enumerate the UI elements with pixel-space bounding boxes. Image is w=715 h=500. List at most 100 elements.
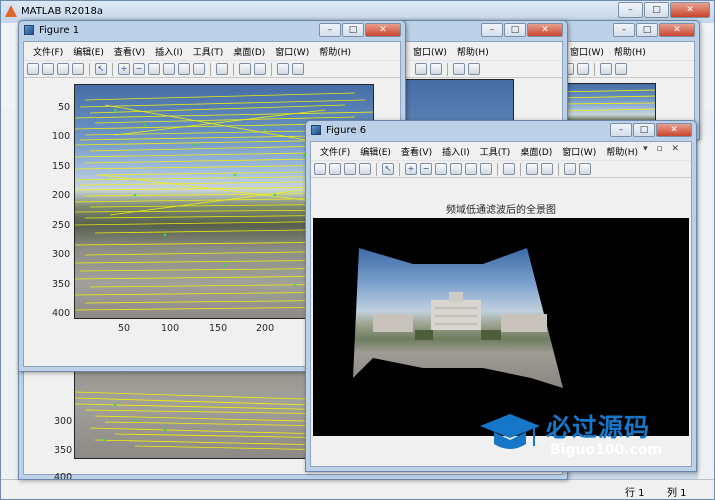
menu-desktop[interactable]: 桌面(D): [228, 45, 270, 58]
show-plot-tools-icon[interactable]: [579, 163, 591, 175]
save-icon[interactable]: [344, 163, 356, 175]
menu-help[interactable]: 帮助(H): [609, 45, 651, 58]
legend-icon[interactable]: [254, 63, 266, 75]
x-tick-label: 100: [161, 323, 180, 334]
menu-edit[interactable]: 编辑(E): [68, 45, 109, 58]
brush-icon[interactable]: [193, 63, 205, 75]
figure-icon: [311, 125, 321, 135]
figure-6-titlebar[interactable]: Figure 6 – □ ✕: [306, 121, 696, 141]
menu-insert[interactable]: 插入(I): [150, 45, 188, 58]
menu-window[interactable]: 窗口(W): [408, 45, 452, 58]
menu-file[interactable]: 文件(F): [28, 45, 68, 58]
edit-plot-arrow-icon[interactable]: ↖: [382, 163, 394, 175]
y-tick-label: 200: [52, 190, 71, 201]
legend-icon[interactable]: [541, 163, 553, 175]
legend-icon[interactable]: [577, 63, 589, 75]
menu-insert[interactable]: 插入(I): [437, 145, 475, 158]
show-plot-tools-icon[interactable]: [468, 63, 480, 75]
show-plot-tools-icon[interactable]: [615, 63, 627, 75]
close-button[interactable]: ✕: [656, 123, 692, 137]
y-tick-label: 400: [54, 472, 73, 480]
close-button[interactable]: ✕: [670, 2, 710, 18]
figure-1-titlebar[interactable]: Figure 1 – □ ✕: [19, 21, 405, 41]
print-icon[interactable]: [72, 63, 84, 75]
colorbar-icon[interactable]: [526, 163, 538, 175]
close-button[interactable]: ✕: [365, 23, 401, 37]
data-cursor-icon[interactable]: [178, 63, 190, 75]
data-cursor-icon[interactable]: [465, 163, 477, 175]
matlab-right-panel: [698, 109, 714, 481]
toolbar-separator: [233, 62, 234, 76]
menu-tools[interactable]: 工具(T): [475, 145, 516, 158]
close-button[interactable]: ✕: [659, 23, 695, 37]
menu-help[interactable]: 帮助(H): [452, 45, 494, 58]
matlab-left-panel: [1, 109, 19, 481]
zoom-in-icon[interactable]: +: [405, 163, 417, 175]
menu-view[interactable]: 查看(V): [109, 45, 150, 58]
menu-window-controls[interactable]: ▾ ▫ ✕: [638, 144, 687, 154]
zoom-out-icon[interactable]: −: [133, 63, 145, 75]
y-tick-label: 250: [52, 220, 71, 231]
y-tick-label: 300: [54, 416, 73, 427]
status-row: 行 1: [625, 488, 645, 499]
link-plot-icon[interactable]: [503, 163, 515, 175]
rotate-3d-icon[interactable]: [163, 63, 175, 75]
minimize-button[interactable]: –: [319, 23, 341, 37]
new-figure-icon[interactable]: [314, 163, 326, 175]
menu-tools[interactable]: 工具(T): [188, 45, 229, 58]
maximize-button[interactable]: □: [342, 23, 364, 37]
menu-window[interactable]: 窗口(W): [557, 145, 601, 158]
graduation-cap-logo-icon: [480, 414, 540, 449]
maximize-button[interactable]: □: [633, 123, 655, 137]
toolbar-separator: [558, 162, 559, 176]
menu-desktop[interactable]: 桌面(D): [515, 145, 557, 158]
menu-window[interactable]: 窗口(W): [565, 45, 609, 58]
maximize-button[interactable]: □: [636, 23, 658, 37]
menu-file[interactable]: 文件(F): [315, 145, 355, 158]
toolbar-separator: [520, 162, 521, 176]
colorbar-icon[interactable]: [239, 63, 251, 75]
edit-plot-arrow-icon[interactable]: ↖: [95, 63, 107, 75]
menu-help[interactable]: 帮助(H): [601, 145, 643, 158]
y-tick-label: 400: [52, 308, 71, 319]
menu-edit[interactable]: 编辑(E): [355, 145, 396, 158]
hide-plot-tools-icon[interactable]: [277, 63, 289, 75]
figure-6-menubar: 文件(F) 编辑(E) 查看(V) 插入(I) 工具(T) 桌面(D) 窗口(W…: [311, 142, 691, 160]
close-button[interactable]: ✕: [527, 23, 563, 37]
menu-window[interactable]: 窗口(W): [270, 45, 314, 58]
save-icon[interactable]: [57, 63, 69, 75]
maximize-button[interactable]: □: [644, 2, 669, 18]
show-plot-tools-icon[interactable]: [292, 63, 304, 75]
maximize-button[interactable]: □: [504, 23, 526, 37]
hide-plot-tools-icon[interactable]: [600, 63, 612, 75]
zoom-out-icon[interactable]: −: [420, 163, 432, 175]
toolbar-separator: [271, 62, 272, 76]
hide-plot-tools-icon[interactable]: [564, 163, 576, 175]
matlab-status-bar: 行 1 列 1: [1, 479, 714, 499]
zoom-in-icon[interactable]: +: [118, 63, 130, 75]
minimize-button[interactable]: –: [481, 23, 503, 37]
minimize-button[interactable]: –: [613, 23, 635, 37]
menu-view[interactable]: 查看(V): [396, 145, 437, 158]
open-file-icon[interactable]: [329, 163, 341, 175]
y-tick-label: 100: [52, 131, 71, 142]
new-figure-icon[interactable]: [27, 63, 39, 75]
open-file-icon[interactable]: [42, 63, 54, 75]
hide-plot-tools-icon[interactable]: [453, 63, 465, 75]
pan-hand-icon[interactable]: [435, 163, 447, 175]
x-tick-label: 50: [118, 323, 131, 334]
menu-help[interactable]: 帮助(H): [314, 45, 356, 58]
print-icon[interactable]: [359, 163, 371, 175]
x-tick-label: 150: [209, 323, 228, 334]
brush-icon[interactable]: [480, 163, 492, 175]
link-plot-icon[interactable]: [216, 63, 228, 75]
colorbar-icon[interactable]: [415, 63, 427, 75]
rotate-3d-icon[interactable]: [450, 163, 462, 175]
minimize-button[interactable]: –: [618, 2, 643, 18]
minimize-button[interactable]: –: [610, 123, 632, 137]
legend-icon[interactable]: [430, 63, 442, 75]
figure-1-toolbar: ↖ + −: [24, 60, 400, 78]
y-tick-label: 350: [52, 279, 71, 290]
y-tick-label: 50: [58, 102, 71, 113]
pan-hand-icon[interactable]: [148, 63, 160, 75]
